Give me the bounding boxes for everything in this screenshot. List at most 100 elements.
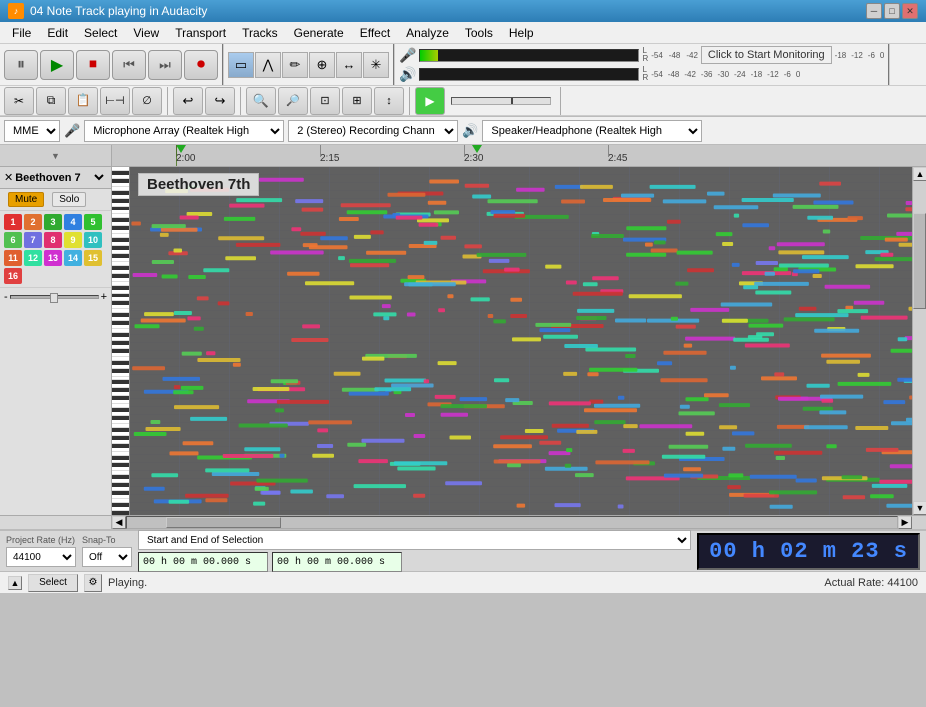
- copy-button[interactable]: ⧉: [36, 87, 66, 115]
- menu-generate[interactable]: Generate: [286, 24, 352, 42]
- menu-analyze[interactable]: Analyze: [398, 24, 457, 42]
- play-button[interactable]: ▶: [40, 50, 74, 80]
- track-header: ✕ Beethoven 7 ▼ Mute Solo 1 2 3 4 5 6 7 …: [0, 167, 112, 515]
- menu-help[interactable]: Help: [501, 24, 542, 42]
- time-mark-245: 2:45: [608, 153, 627, 164]
- toolbar-area: ⏸ ▶ ⏹ ⏮ ⏭ ⏺ ▭ ⋀ ✏ ⊕ ↔ ✳ 🎤 LR: [0, 44, 926, 117]
- timeshift-tool-button[interactable]: ↔: [336, 52, 362, 78]
- maximize-button[interactable]: □: [884, 3, 900, 19]
- minimize-button[interactable]: ─: [866, 3, 882, 19]
- menu-file[interactable]: File: [4, 24, 39, 42]
- ch-9[interactable]: 9: [64, 232, 82, 248]
- solo-button[interactable]: Solo: [52, 192, 86, 207]
- undo-button[interactable]: ↩: [173, 87, 203, 115]
- device-toolbar: MME 🎤 Microphone Array (Realtek High 2 (…: [0, 117, 926, 145]
- paste-button[interactable]: 📋: [68, 87, 98, 115]
- ch-15[interactable]: 15: [84, 250, 102, 266]
- record-button[interactable]: ⏺: [184, 50, 218, 80]
- zoom-out-button[interactable]: 🔎: [278, 87, 308, 115]
- ch-2[interactable]: 2: [24, 214, 42, 230]
- selection-type-select[interactable]: Start and End of Selection: [138, 530, 691, 550]
- speaker-icon: 🔊: [399, 66, 416, 83]
- ch-13[interactable]: 13: [44, 250, 62, 266]
- ch-14[interactable]: 14: [64, 250, 82, 266]
- ch-8[interactable]: 8: [44, 232, 62, 248]
- menu-select[interactable]: Select: [76, 24, 125, 42]
- cut-button[interactable]: ✂: [4, 87, 34, 115]
- play-at-speed-button[interactable]: ▶: [415, 87, 445, 115]
- draw-tool-button[interactable]: ✏: [282, 52, 308, 78]
- scroll-thumb[interactable]: [913, 213, 926, 309]
- redo-button[interactable]: ↪: [205, 87, 235, 115]
- app-icon: ♪: [8, 3, 24, 19]
- ch-6[interactable]: 6: [4, 232, 22, 248]
- zoom-sel-button[interactable]: ⊡: [310, 87, 340, 115]
- horizontal-scrollbar-area: ◀ ▶: [0, 515, 926, 529]
- zoom-width-button[interactable]: ↕: [374, 87, 404, 115]
- ch-4[interactable]: 4: [64, 214, 82, 230]
- gain-slider-thumb[interactable]: [50, 293, 58, 303]
- select-tool-button[interactable]: ▭: [228, 52, 254, 78]
- zoom-tool-button[interactable]: ⊕: [309, 52, 335, 78]
- speaker-device-icon: 🔊: [462, 123, 478, 139]
- ch-10[interactable]: 10: [84, 232, 102, 248]
- vertical-scrollbar[interactable]: ▲ ▼: [912, 167, 926, 515]
- click-to-start-monitoring[interactable]: Click to Start Monitoring: [701, 46, 832, 64]
- h-scroll-track: [126, 516, 898, 529]
- ch-16[interactable]: 16: [4, 268, 22, 284]
- audio-host-select[interactable]: MME: [4, 120, 60, 142]
- skip-forward-button[interactable]: ⏭: [148, 50, 182, 80]
- scroll-right-button[interactable]: ▶: [898, 516, 912, 529]
- pause-button[interactable]: ⏸: [4, 50, 38, 80]
- midi-canvas[interactable]: Beethoven 7th: [130, 167, 912, 515]
- menu-transport[interactable]: Transport: [167, 24, 234, 42]
- track-close-button[interactable]: ✕: [4, 171, 13, 184]
- mute-button[interactable]: Mute: [8, 192, 44, 207]
- menu-tracks[interactable]: Tracks: [234, 24, 286, 42]
- stop-button[interactable]: ⏹: [76, 50, 110, 80]
- ch-7[interactable]: 7: [24, 232, 42, 248]
- snap-to-select[interactable]: Off: [82, 547, 132, 567]
- scroll-up-button[interactable]: ▲: [913, 167, 926, 181]
- skip-back-button[interactable]: ⏮: [112, 50, 146, 80]
- ch-1[interactable]: 1: [4, 214, 22, 230]
- status-expand-button[interactable]: ▲: [8, 576, 22, 590]
- menu-view[interactable]: View: [125, 24, 167, 42]
- tick-215: [320, 145, 321, 157]
- track-content-area: Beethoven 7th: [112, 167, 912, 515]
- select-button[interactable]: Select: [28, 574, 78, 592]
- cursor-start: [176, 145, 186, 153]
- window-controls: ─ □ ✕: [866, 3, 918, 19]
- zoom-in-button[interactable]: 🔍: [246, 87, 276, 115]
- ch-5[interactable]: 5: [84, 214, 102, 230]
- ch-3[interactable]: 3: [44, 214, 62, 230]
- silence-button[interactable]: ∅: [132, 87, 162, 115]
- ch-11[interactable]: 11: [4, 250, 22, 266]
- channels-select[interactable]: 2 (Stereo) Recording Chann: [288, 120, 458, 142]
- menu-effect[interactable]: Effect: [352, 24, 398, 42]
- close-button[interactable]: ✕: [902, 3, 918, 19]
- multi-tool-button[interactable]: ✳: [363, 52, 389, 78]
- scroll-down-button[interactable]: ▼: [913, 501, 926, 515]
- project-rate-select[interactable]: 44100: [6, 547, 76, 567]
- zoom-fit-button[interactable]: ⊞: [342, 87, 372, 115]
- vu-scale-top: -54-48-42: [651, 51, 698, 60]
- envelope-tool-button[interactable]: ⋀: [255, 52, 281, 78]
- menubar: File Edit Select View Transport Tracks G…: [0, 22, 926, 44]
- output-device-select[interactable]: Speaker/Headphone (Realtek High: [482, 120, 702, 142]
- scroll-left-button[interactable]: ◀: [112, 516, 126, 529]
- time-mark-200: 2:00: [176, 153, 195, 164]
- menu-edit[interactable]: Edit: [39, 24, 76, 42]
- ch-12[interactable]: 12: [24, 250, 42, 266]
- status-left: ▲ Select ⚙ Playing.: [8, 574, 147, 592]
- midi-note-display: [130, 167, 912, 515]
- h-scroll-thumb[interactable]: [166, 517, 282, 528]
- input-device-select[interactable]: Microphone Array (Realtek High: [84, 120, 284, 142]
- status-options-button[interactable]: ⚙: [84, 574, 102, 592]
- menu-tools[interactable]: Tools: [457, 24, 501, 42]
- trim-button[interactable]: ⊢⊣: [100, 87, 130, 115]
- gain-plus: +: [101, 291, 107, 303]
- gain-slider[interactable]: [10, 295, 99, 299]
- track-menu-select[interactable]: ▼: [91, 171, 107, 184]
- selection-controls-row: Project Rate (Hz) 44100 Snap-To Off Star…: [0, 531, 926, 571]
